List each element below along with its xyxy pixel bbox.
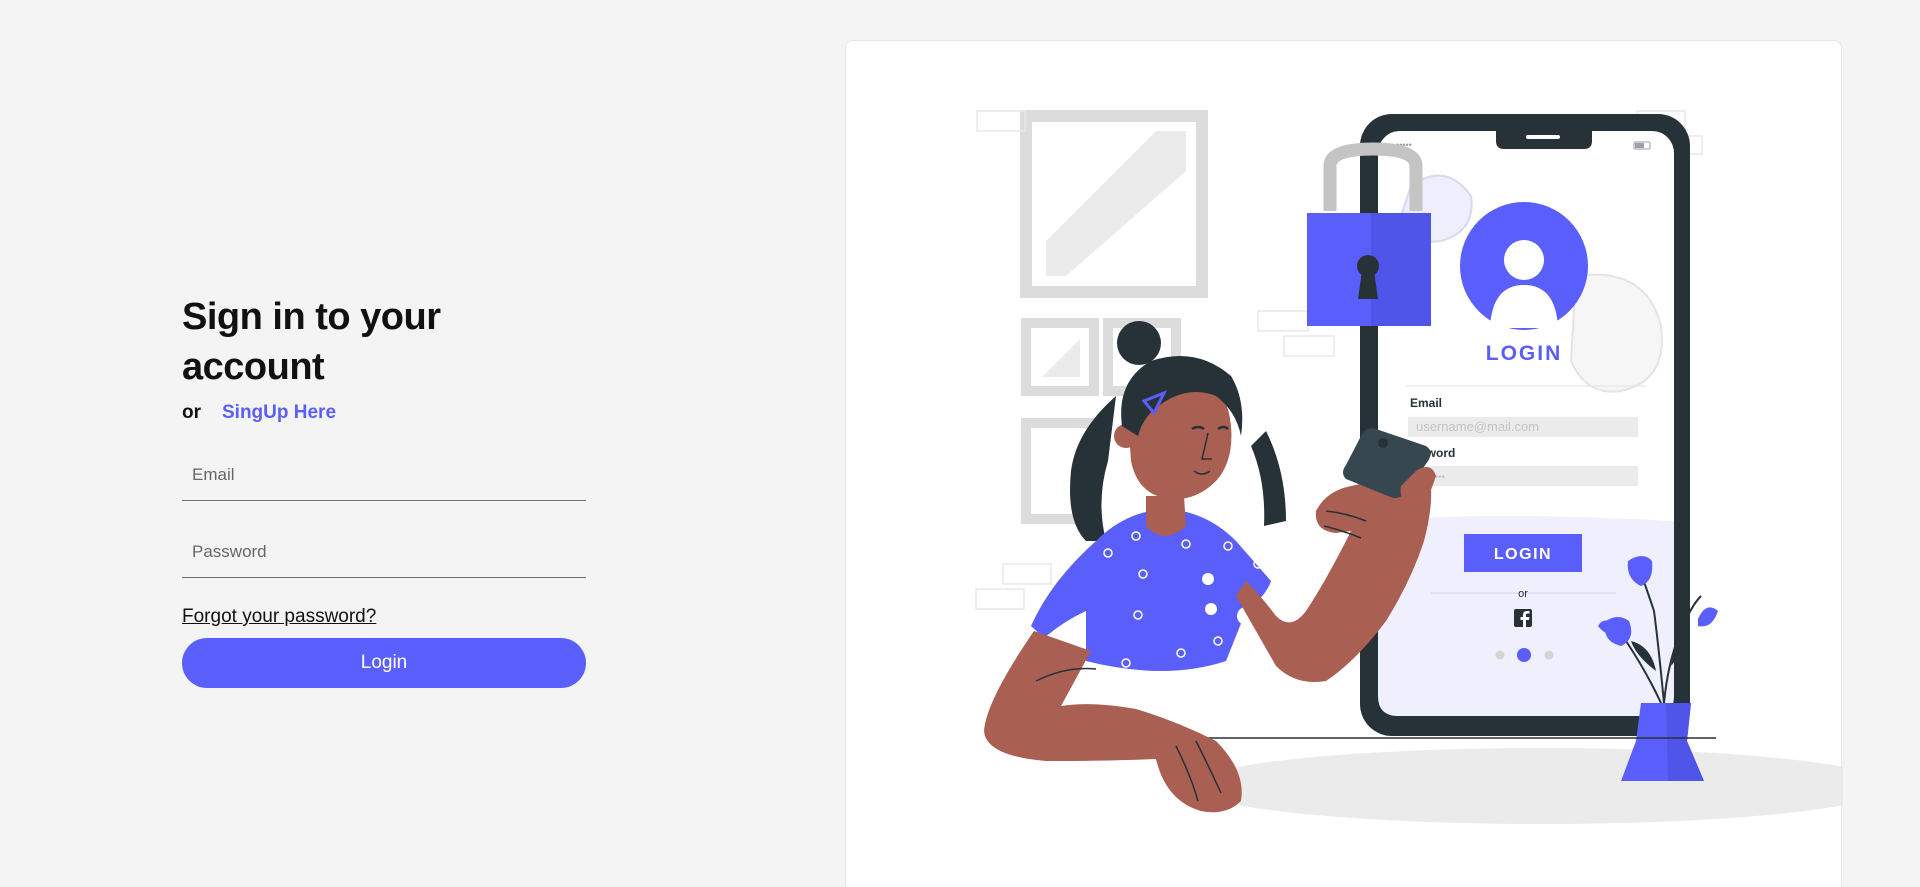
screen-login-heading: LOGIN [1486,342,1563,365]
signup-row: or SingUp Here [182,400,586,426]
email-field[interactable] [182,465,586,485]
login-illustration: ••••• LOGIN Email username@mail.com swor… [975,110,1843,824]
login-button[interactable]: Login [182,638,586,688]
phone-notch [1496,131,1592,149]
sign-in-form: Sign in to your account or SingUp Here F… [182,292,586,688]
carousel-dot [1495,650,1505,660]
floor-shadow [1191,748,1843,824]
screen-email-label: Email [1410,396,1442,410]
screen-or-label: or [1518,588,1528,600]
carousel-dot-active [1517,648,1531,662]
carousel-dot [1544,650,1554,660]
page-title: Sign in to your account [182,296,441,388]
login-page: Sign in to your account or SingUp Here F… [0,0,1920,887]
facebook-icon [1514,609,1532,627]
or-label: or [182,402,201,423]
forgot-password-link[interactable]: Forgot your password? [182,606,376,628]
illustration-card: ••••• LOGIN Email username@mail.com swor… [845,40,1843,887]
screen-login-button-label: LOGIN [1494,546,1552,563]
screen-email-placeholder: username@mail.com [1416,419,1539,434]
email-field-wrapper [182,450,586,501]
password-field[interactable] [182,542,586,562]
signup-link[interactable]: SingUp Here [222,402,336,424]
frame-small-1 [1021,318,1099,396]
password-field-wrapper [182,527,586,578]
